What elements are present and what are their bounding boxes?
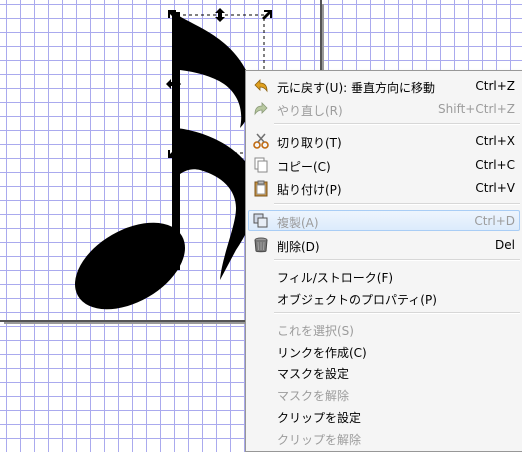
- trash-icon: [254, 237, 268, 253]
- menu-item-label: リンクを作成(C): [277, 346, 367, 360]
- menu-item-shortcut: Ctrl+V: [475, 181, 515, 195]
- menu-item-delete[interactable]: 削除(D) Del: [248, 234, 520, 255]
- menu-item-select-this[interactable]: これを選択(S): [248, 318, 520, 339]
- copy-icon: [254, 157, 268, 173]
- menu-item-label: オブジェクトのプロパティ(P): [277, 293, 437, 307]
- menu-item-shortcut: Del: [495, 238, 515, 252]
- menu-item-set-mask[interactable]: マスクを設定: [248, 361, 520, 382]
- menu-item-label: マスクを設定: [277, 367, 350, 381]
- menu-item-label: フィル/ストローク(F): [277, 271, 394, 285]
- menu-item-release-mask[interactable]: マスクを解除: [248, 383, 520, 404]
- menu-item-set-clip[interactable]: クリップを設定: [248, 405, 520, 426]
- menu-item-object-properties[interactable]: オブジェクトのプロパティ(P): [248, 287, 520, 308]
- menu-separator: [274, 259, 520, 261]
- scissors-icon: [253, 133, 269, 149]
- menu-item-shortcut: Ctrl+C: [475, 158, 515, 172]
- menu-item-release-clip[interactable]: クリップを解除: [248, 427, 520, 448]
- menu-item-label: 複製(A): [277, 216, 319, 230]
- menu-item-copy[interactable]: コピー(C) Ctrl+C: [248, 154, 520, 175]
- menu-item-shortcut: Ctrl+X: [475, 134, 515, 148]
- menu-item-label: マスクを解除: [277, 389, 350, 403]
- note-flag-upper[interactable]: [176, 14, 253, 128]
- menu-separator: [274, 123, 520, 125]
- menu-item-label: コピー(C): [277, 160, 331, 174]
- menu-item-label: 貼り付け(P): [277, 183, 342, 197]
- menu-item-cut[interactable]: 切り取り(T) Ctrl+X: [248, 130, 520, 151]
- undo-icon: [254, 79, 268, 93]
- menu-item-shortcut: Ctrl+D: [474, 214, 515, 228]
- menu-item-fill-stroke[interactable]: フィル/ストローク(F): [248, 265, 520, 286]
- menu-item-label: 削除(D): [277, 240, 320, 254]
- menu-item-label: これを選択(S): [277, 324, 354, 338]
- menu-item-redo[interactable]: やり直し(R) Shift+Ctrl+Z: [248, 98, 520, 119]
- menu-item-duplicate[interactable]: 複製(A) Ctrl+D: [248, 210, 520, 231]
- redo-icon: [254, 102, 268, 116]
- menu-item-label: クリップを設定: [277, 411, 362, 425]
- menu-item-create-link[interactable]: リンクを作成(C): [248, 340, 520, 361]
- menu-item-shortcut: Shift+Ctrl+Z: [438, 102, 515, 116]
- paste-icon: [254, 180, 268, 197]
- menu-item-undo[interactable]: 元に戻す(U): 垂直方向に移動 Ctrl+Z: [248, 75, 520, 96]
- menu-item-label: 元に戻す(U): 垂直方向に移動: [277, 81, 436, 95]
- menu-item-label: クリップを解除: [277, 433, 362, 447]
- menu-separator: [274, 203, 520, 205]
- scale-handle-top[interactable]: [215, 8, 225, 22]
- menu-separator: [274, 312, 520, 314]
- menu-item-paste[interactable]: 貼り付け(P) Ctrl+V: [248, 177, 520, 198]
- menu-item-label: やり直し(R): [277, 104, 343, 118]
- menu-item-label: 切り取り(T): [277, 136, 342, 150]
- menu-item-shortcut: Ctrl+Z: [475, 79, 515, 93]
- context-menu: 元に戻す(U): 垂直方向に移動 Ctrl+Z やり直し(R) Shift+Ct…: [245, 70, 522, 452]
- duplicate-icon: [253, 213, 268, 228]
